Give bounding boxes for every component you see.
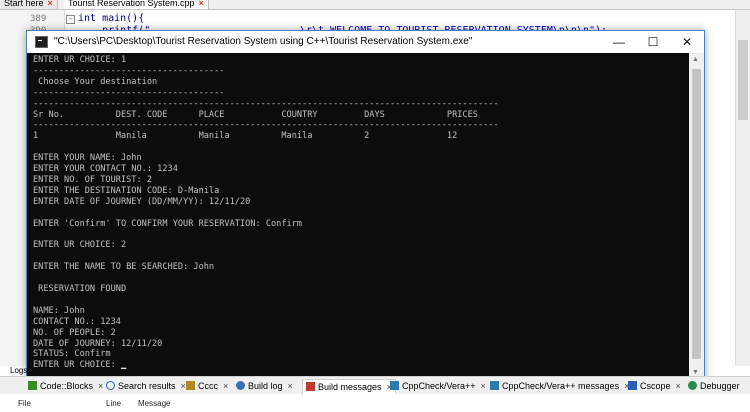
- column-header-message[interactable]: Message: [138, 399, 170, 408]
- cppcheck-messages-icon: [490, 381, 499, 390]
- scrollbar-thumb[interactable]: [738, 40, 748, 120]
- close-icon[interactable]: ×: [199, 0, 204, 8]
- column-header-line[interactable]: Line: [106, 399, 121, 408]
- close-icon[interactable]: ×: [181, 381, 186, 391]
- tab-label: Search results: [118, 381, 176, 391]
- close-icon[interactable]: ×: [676, 381, 681, 391]
- debugger-icon: [688, 381, 697, 390]
- console-output-area[interactable]: ENTER UR CHOICE: 1 ---------------------…: [27, 53, 689, 381]
- console-output-text: ENTER UR CHOICE: 1 ---------------------…: [33, 55, 499, 371]
- minimize-button[interactable]: —: [602, 31, 636, 53]
- scroll-up-icon[interactable]: ▲: [692, 56, 699, 63]
- tab-build-log[interactable]: Build log ×: [236, 379, 293, 393]
- line-number: 389: [30, 14, 47, 24]
- console-window[interactable]: "C:\Users\PC\Desktop\Tourist Reservation…: [26, 30, 705, 382]
- close-button[interactable]: ✕: [670, 31, 704, 53]
- close-icon[interactable]: ×: [98, 381, 103, 391]
- tab-start-here[interactable]: Start here ×: [0, 0, 58, 9]
- scrollbar-thumb[interactable]: [692, 69, 701, 359]
- console-scrollbar[interactable]: ▲ ▼: [689, 53, 704, 381]
- close-icon[interactable]: ×: [48, 0, 53, 8]
- console-window-title: "C:\Users\PC\Desktop\Tourist Reservation…: [54, 36, 473, 47]
- search-icon: [106, 381, 115, 390]
- logs-panel-label: Logs: [10, 366, 28, 375]
- tab-search-results[interactable]: Search results ×: [106, 379, 186, 393]
- cppcheck-icon: [390, 381, 399, 390]
- console-output: ENTER UR CHOICE: 1 ---------------------…: [33, 55, 499, 371]
- tab-cscope[interactable]: Cscope ×: [628, 379, 681, 393]
- console-app-icon: [35, 36, 48, 48]
- tab-label: Build messages: [318, 382, 382, 392]
- build-messages-icon: [306, 382, 315, 391]
- gear-icon: [236, 381, 245, 390]
- column-header-file[interactable]: File: [18, 399, 31, 408]
- console-titlebar[interactable]: "C:\Users\PC\Desktop\Tourist Reservation…: [27, 31, 704, 53]
- tab-cppcheck-vera-messages[interactable]: CppCheck/Vera++ messages ×: [490, 379, 629, 393]
- text-cursor: ▁: [120, 360, 127, 371]
- logs-tab-bar: Code::Blocks × Search results × Cccc × Buil…: [0, 376, 750, 396]
- editor-scrollbar[interactable]: [735, 10, 750, 366]
- tab-label: CppCheck/Vera++ messages: [502, 381, 620, 391]
- tab-cppcheck-vera[interactable]: CppCheck/Vera++ ×: [390, 379, 486, 393]
- tab-label: Code::Blocks: [40, 381, 94, 391]
- editor-tab-bar: Start here × Tourist Reservation System.c…: [0, 0, 750, 10]
- fold-icon[interactable]: −: [66, 15, 75, 24]
- tab-debugger[interactable]: Debugger: [688, 379, 740, 393]
- cscope-icon: [628, 381, 637, 390]
- tab-build-messages[interactable]: Build messages×: [302, 379, 396, 394]
- tab-label: CppCheck/Vera++: [402, 381, 476, 391]
- close-icon[interactable]: ×: [223, 381, 228, 391]
- maximize-button[interactable]: ☐: [636, 31, 670, 53]
- tab-label: Cscope: [640, 381, 671, 391]
- tab-cccc[interactable]: Cccc ×: [186, 379, 228, 393]
- tab-label: Debugger: [700, 381, 740, 391]
- close-icon[interactable]: ×: [288, 381, 293, 391]
- code-line: int main(){: [78, 13, 145, 24]
- cccc-icon: [186, 381, 195, 390]
- tab-label: Build log: [248, 381, 283, 391]
- scroll-down-icon[interactable]: ▼: [692, 369, 699, 376]
- close-icon[interactable]: ×: [481, 381, 486, 391]
- tab-label: Cccc: [198, 381, 218, 391]
- tab-tourist-reservation-system-cpp[interactable]: Tourist Reservation System.cpp ×: [64, 0, 209, 9]
- tab-label: Start here: [4, 0, 44, 8]
- log-table-header: File Line Message: [0, 394, 750, 412]
- tab-label: Tourist Reservation System.cpp: [68, 0, 195, 8]
- codeblocks-icon: [28, 381, 37, 390]
- tab-code-blocks[interactable]: Code::Blocks ×: [28, 379, 103, 393]
